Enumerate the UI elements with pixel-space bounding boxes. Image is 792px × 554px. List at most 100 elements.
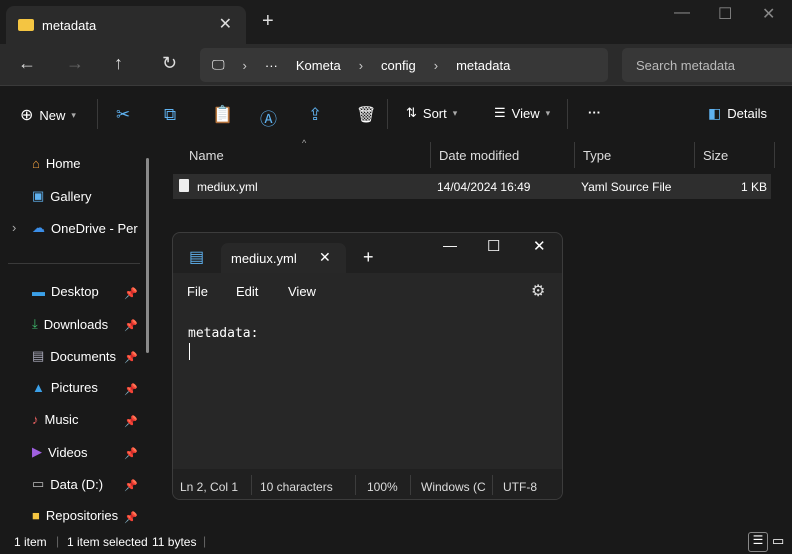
gallery-icon: ▣ bbox=[32, 188, 45, 203]
tab-label: metadata bbox=[42, 17, 97, 33]
sidebar-item-gallery[interactable]: ▣ Gallery bbox=[32, 188, 142, 204]
sidebar-label: Repositories bbox=[45, 508, 119, 523]
sort-ascending-icon: ^ bbox=[302, 138, 307, 148]
tab-metadata[interactable]: metadata ✕ bbox=[6, 6, 246, 44]
zoom-level[interactable]: 100% bbox=[367, 480, 398, 494]
breadcrumb-kometa[interactable]: Kometa bbox=[296, 58, 341, 73]
menu-edit[interactable]: Edit bbox=[236, 284, 258, 299]
download-icon: ⤓ bbox=[32, 316, 38, 331]
pin-icon[interactable]: 📌 bbox=[124, 383, 138, 396]
details-view-button[interactable]: ☰ bbox=[748, 532, 768, 552]
text-cursor bbox=[189, 343, 190, 360]
sidebar-label: Data (D:) bbox=[50, 476, 104, 492]
close-tab-icon[interactable]: ✕ bbox=[319, 249, 331, 266]
sidebar-scrollbar[interactable] bbox=[146, 158, 149, 353]
close-window-button[interactable]: ✕ bbox=[533, 237, 546, 255]
breadcrumb-config[interactable]: config bbox=[381, 58, 416, 73]
sidebar-label: Desktop bbox=[51, 284, 99, 299]
maximize-button[interactable]: ☐ bbox=[718, 4, 732, 24]
divider bbox=[387, 99, 388, 129]
details-button[interactable]: ◧ Details bbox=[708, 105, 767, 122]
pin-icon[interactable]: 📌 bbox=[124, 447, 138, 460]
sidebar-label: Home bbox=[45, 156, 81, 171]
forward-button[interactable]: → bbox=[66, 53, 84, 74]
pin-icon[interactable]: 📌 bbox=[124, 415, 138, 428]
sidebar-item-onedrive[interactable]: ☁ OneDrive - Personal bbox=[32, 220, 138, 236]
cut-icon[interactable]: ✂ bbox=[116, 105, 130, 125]
view-label: View bbox=[511, 105, 540, 121]
view-button[interactable]: ☰ View ▾ bbox=[494, 105, 550, 121]
desktop-icon: ▬ bbox=[32, 284, 45, 299]
new-tab-button[interactable]: + bbox=[363, 247, 374, 268]
search-input[interactable]: Search metadata bbox=[622, 48, 792, 82]
paste-icon[interactable]: 📋 bbox=[212, 105, 233, 125]
column-header-date[interactable]: Date modified bbox=[431, 142, 575, 168]
folder-icon: ■ bbox=[32, 508, 40, 523]
text-editor[interactable]: metadata: bbox=[173, 309, 562, 469]
sidebar-item-home[interactable]: ⌂ Home bbox=[32, 156, 142, 171]
notepad-tab[interactable]: mediux.yml ✕ bbox=[221, 243, 346, 275]
more-options-button[interactable]: ··· bbox=[588, 105, 601, 120]
menu-file[interactable]: File bbox=[187, 284, 208, 299]
pin-icon[interactable]: 📌 bbox=[124, 287, 138, 300]
close-window-button[interactable]: ✕ bbox=[762, 4, 775, 24]
column-header-type[interactable]: Type bbox=[575, 142, 695, 168]
status-bar: 1 item | 1 item selected 11 bytes | ☰ ▭ bbox=[0, 530, 792, 554]
selected-size: 11 bytes bbox=[152, 535, 197, 549]
file-row[interactable]: mediux.yml 14/04/2024 16:49 Yaml Source … bbox=[173, 174, 771, 199]
divider bbox=[97, 99, 98, 129]
view-icon: ☰ bbox=[494, 105, 506, 120]
breadcrumb-overflow[interactable]: ··· bbox=[265, 58, 278, 73]
menu-view[interactable]: View bbox=[288, 284, 316, 299]
pin-icon[interactable]: 📌 bbox=[124, 319, 138, 332]
menu-bar: File Edit View ⚙ bbox=[173, 273, 562, 309]
up-button[interactable]: ↑ bbox=[114, 53, 123, 74]
documents-icon: ▤ bbox=[32, 348, 45, 363]
new-tab-button[interactable]: + bbox=[262, 10, 274, 33]
divider bbox=[8, 263, 140, 264]
share-icon[interactable]: ⇪ bbox=[308, 105, 322, 125]
file-name: mediux.yml bbox=[197, 180, 258, 194]
tiles-view-button[interactable]: ▭ bbox=[772, 533, 784, 549]
pictures-icon: ▲ bbox=[32, 380, 45, 395]
column-header-size[interactable]: Size bbox=[695, 142, 775, 168]
sort-button[interactable]: ⇅ Sort ▾ bbox=[406, 105, 457, 121]
videos-icon: ▶ bbox=[32, 444, 42, 459]
back-button[interactable]: ← bbox=[18, 53, 36, 74]
sidebar-label: Music bbox=[44, 412, 79, 427]
chevron-down-icon: ▾ bbox=[545, 107, 551, 118]
sidebar-label: Documents bbox=[50, 348, 117, 364]
sort-label: Sort bbox=[422, 105, 447, 121]
cursor-position: Ln 2, Col 1 bbox=[180, 480, 239, 494]
minimize-button[interactable]: — bbox=[443, 237, 457, 253]
encoding[interactable]: UTF-8 bbox=[503, 480, 537, 494]
maximize-button[interactable]: ☐ bbox=[487, 237, 500, 255]
rename-icon[interactable]: Ⓐ bbox=[260, 105, 277, 130]
line-ending[interactable]: Windows (C bbox=[421, 480, 486, 494]
copy-icon[interactable]: ⧉ bbox=[164, 105, 176, 125]
minimize-button[interactable]: — bbox=[674, 4, 690, 22]
delete-icon[interactable]: 🗑 bbox=[356, 105, 376, 125]
sidebar-label: OneDrive - Personal bbox=[51, 220, 138, 236]
expand-chevron-icon[interactable]: › bbox=[12, 220, 16, 235]
sidebar-label: Pictures bbox=[50, 380, 98, 395]
chevron-down-icon: ▾ bbox=[71, 109, 76, 120]
title-bar: metadata ✕ + — ☐ ✕ bbox=[0, 0, 792, 44]
notepad-status-bar: Ln 2, Col 1 10 characters 100% Windows (… bbox=[173, 469, 562, 499]
chevron-icon: › bbox=[358, 57, 364, 73]
breadcrumb-metadata[interactable]: metadata bbox=[456, 58, 510, 73]
pin-icon[interactable]: 📌 bbox=[124, 479, 138, 492]
details-pane-icon: ◧ bbox=[708, 105, 722, 121]
plus-circle-icon: ⊕ bbox=[20, 107, 34, 124]
settings-gear-icon[interactable]: ⚙ bbox=[531, 281, 545, 301]
pin-icon[interactable]: 📌 bbox=[124, 351, 138, 364]
refresh-button[interactable]: ↻ bbox=[162, 53, 177, 74]
details-label: Details bbox=[727, 106, 767, 121]
item-count: 1 item bbox=[14, 535, 47, 549]
file-icon bbox=[179, 179, 189, 192]
new-button[interactable]: ⊕ New ▾ bbox=[20, 105, 76, 125]
close-tab-icon[interactable]: ✕ bbox=[219, 14, 232, 34]
pin-icon[interactable]: 📌 bbox=[124, 511, 138, 524]
notepad-window: ▤ mediux.yml ✕ + — ☐ ✕ File Edit View ⚙ … bbox=[172, 232, 563, 500]
address-bar[interactable]: 🖵 › ··· Kometa › config › metadata bbox=[200, 48, 608, 82]
